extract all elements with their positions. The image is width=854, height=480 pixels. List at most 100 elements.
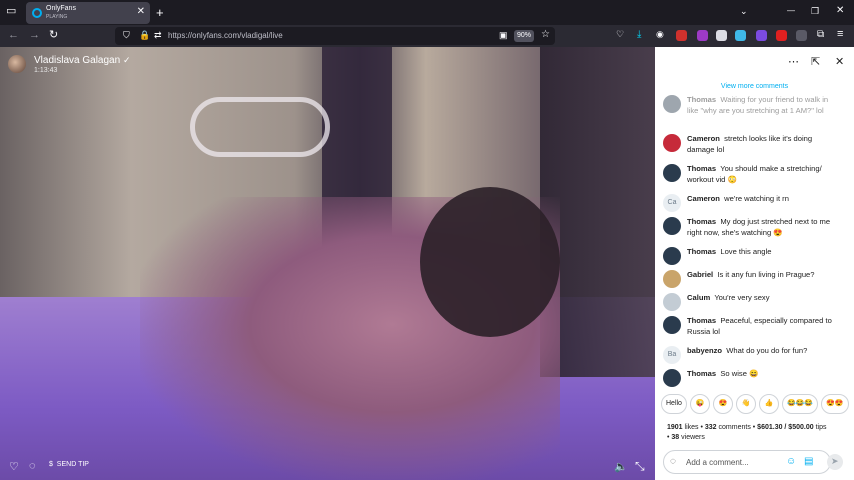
message-text: Is it any fun living in Prague? <box>717 270 815 279</box>
zoom-level-badge[interactable]: 90% <box>514 30 534 42</box>
streamer-hair <box>420 187 560 337</box>
reaction-1[interactable]: 😜 <box>689 394 710 414</box>
live-video-player[interactable] <box>0 47 655 480</box>
chat-top-bar: ⋯ ⇱ ✕ <box>655 47 854 75</box>
creator-name[interactable]: Vladislava Galagan ✓ <box>34 55 131 66</box>
window-close-button[interactable]: ✕ <box>836 6 844 16</box>
viewers-count: 38 <box>671 434 680 441</box>
username[interactable]: Cameron <box>687 134 720 143</box>
comments-label: comments <box>718 424 751 431</box>
view-more-comments-link[interactable]: View more comments <box>655 83 854 90</box>
send-tip-button[interactable]: $ SEND TIP <box>49 461 89 468</box>
user-avatar[interactable] <box>663 369 681 387</box>
user-avatar[interactable]: Ba <box>663 346 681 364</box>
user-avatar[interactable] <box>663 217 681 235</box>
username[interactable]: Thomas <box>687 95 716 104</box>
user-avatar[interactable] <box>663 293 681 311</box>
gif-icon[interactable]: ▤ <box>804 457 813 467</box>
message-text: You're very sexy <box>714 293 770 302</box>
user-avatar[interactable] <box>663 164 681 182</box>
download-icon[interactable]: ⤓ <box>637 30 641 40</box>
reaction-4[interactable]: 👍 <box>758 394 779 414</box>
tab-title: OnlyFans <box>46 5 76 12</box>
username[interactable]: Thomas <box>687 369 716 378</box>
reader-view-icon[interactable]: ▣ <box>499 31 508 40</box>
popout-icon[interactable]: ⇱ <box>811 55 820 68</box>
user-avatar[interactable] <box>663 134 681 152</box>
user-avatar[interactable] <box>663 316 681 334</box>
emoji-icon[interactable]: ☺ <box>786 457 796 467</box>
permissions-icon[interactable]: ⇄ <box>154 31 162 40</box>
username[interactable]: Cameron <box>687 194 720 203</box>
tab-onlyfans[interactable]: OnlyFans PLAYING ✕ <box>26 2 150 24</box>
extensions-icon[interactable]: ⧉ <box>817 30 824 40</box>
send-comment-button[interactable]: ➤ <box>827 454 843 470</box>
reaction-3[interactable]: 👋 <box>735 394 756 414</box>
address-bar[interactable]: ⛉ 🔒 ⇄ https://onlyfans.com/vladigal/live… <box>115 27 555 45</box>
neon-sign <box>190 97 330 157</box>
adblock-extension-icon[interactable] <box>676 30 687 41</box>
back-button[interactable]: ← <box>8 30 19 41</box>
onlyfans-favicon-icon <box>32 8 42 18</box>
username[interactable]: Thomas <box>687 316 716 325</box>
username[interactable]: Gabriel <box>687 270 713 279</box>
reaction-5[interactable]: 😂😂😂 <box>781 394 819 414</box>
url-text[interactable]: https://onlyfans.com/vladigal/live <box>168 31 283 40</box>
extension-icon-7[interactable] <box>796 30 807 41</box>
volume-icon[interactable]: 🔈 <box>614 460 628 473</box>
username[interactable]: babyenzo <box>687 346 722 355</box>
reaction-2[interactable]: 😍 <box>712 394 733 414</box>
fullscreen-icon[interactable]: ⤡ <box>635 459 645 474</box>
dollar-icon: $ <box>49 461 53 468</box>
more-options-icon[interactable]: ⋯ <box>788 55 799 68</box>
extension-icon-4[interactable] <box>735 30 746 41</box>
extension-icon-2[interactable] <box>697 30 708 41</box>
comment-input[interactable]: ◌ Add a comment... ☺ ▤ <box>663 450 831 474</box>
tab-list-dropdown-icon[interactable]: ⌄ <box>740 7 748 16</box>
tab-list-icon[interactable]: ▭ <box>6 6 16 17</box>
live-chat-panel: ⋯ ⇱ ✕ View more comments Thomas Waiting … <box>655 47 854 480</box>
message-text: What do you do for fun? <box>726 346 808 355</box>
close-chat-icon[interactable]: ✕ <box>835 55 844 68</box>
pocket-icon[interactable]: ♡ <box>616 30 624 39</box>
reaction-hello[interactable]: Hello <box>661 394 687 414</box>
likes-label: likes <box>684 424 699 431</box>
creator-avatar[interactable] <box>8 55 26 73</box>
likes-count: 1901 <box>667 424 683 431</box>
tips-amount: $601.30 / $500.00 <box>757 424 814 431</box>
account-icon[interactable]: ◉ <box>656 30 664 39</box>
reload-button[interactable]: ↻ <box>49 30 58 41</box>
shield-icon[interactable]: ⛉ <box>123 31 130 40</box>
tips-label: tips <box>815 424 827 431</box>
like-heart-icon[interactable]: ♡ <box>9 460 19 473</box>
username[interactable]: Calum <box>687 293 710 302</box>
bookmark-star-icon[interactable]: ☆ <box>541 30 550 40</box>
new-tab-button[interactable]: + <box>156 6 164 19</box>
quick-reactions: Hello 😜 😍 👋 👍 😂😂😂 😍😍 <box>661 394 854 414</box>
reaction-6[interactable]: 😍😍 <box>821 394 849 414</box>
user-avatar[interactable] <box>663 95 681 113</box>
message-text: we're watching it rn <box>724 194 789 203</box>
comment-icon: ◌ <box>670 456 676 467</box>
comment-placeholder: Add a comment... <box>686 458 749 467</box>
stream-duration: 1:13:43 <box>34 67 58 74</box>
username[interactable]: Thomas <box>687 247 716 256</box>
user-avatar[interactable] <box>663 270 681 288</box>
username[interactable]: Thomas <box>687 164 716 173</box>
viewers-label: viewers <box>681 434 705 441</box>
extension-icon-3[interactable] <box>716 30 727 41</box>
restore-button[interactable]: ❐ <box>811 7 819 16</box>
menu-icon[interactable]: ≡ <box>837 29 843 40</box>
user-avatar[interactable]: Ca <box>663 194 681 212</box>
tab-close-icon[interactable]: ✕ <box>137 6 145 17</box>
minimize-button[interactable]: — <box>787 7 795 15</box>
forward-button[interactable]: → <box>29 30 40 41</box>
youtube-extension-icon[interactable] <box>776 30 787 41</box>
user-avatar[interactable] <box>663 247 681 265</box>
chat-bubble-icon[interactable]: ◌ <box>29 460 36 472</box>
lock-icon[interactable]: 🔒 <box>139 31 150 40</box>
extension-icon-5[interactable] <box>756 30 767 41</box>
comments-count: 332 <box>704 424 717 431</box>
message-text: So wise 😄 <box>720 369 759 378</box>
username[interactable]: Thomas <box>687 217 716 226</box>
